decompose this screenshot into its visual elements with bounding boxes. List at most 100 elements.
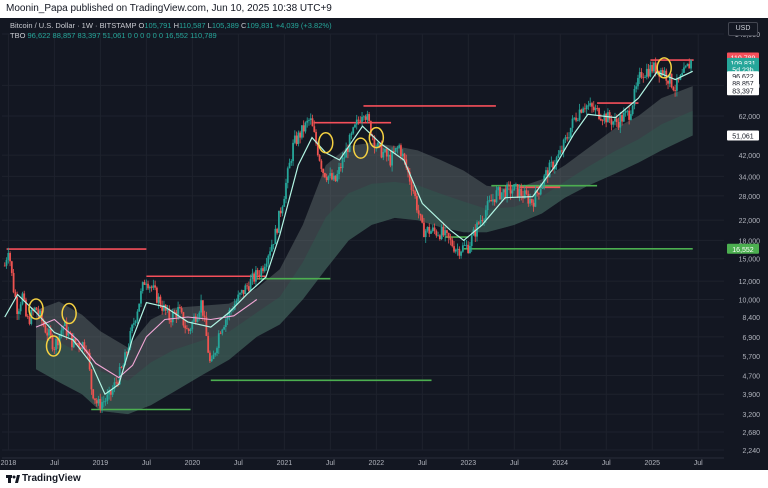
candle-body <box>499 187 501 200</box>
candle-body <box>256 270 259 275</box>
candle-body <box>290 161 293 163</box>
candle-body <box>19 304 22 312</box>
candle-body <box>458 248 461 256</box>
candle-body <box>580 109 583 113</box>
candle-body <box>187 328 190 331</box>
candle-body <box>596 107 599 109</box>
candle-body <box>428 226 431 234</box>
candle-body <box>92 389 95 399</box>
candle-body <box>362 116 365 118</box>
candle-body <box>601 120 604 122</box>
candle-body <box>396 147 399 149</box>
candle-body <box>171 311 174 323</box>
candle-body <box>322 168 325 174</box>
candle-body <box>435 230 438 236</box>
candle-body <box>35 307 38 310</box>
candle-body <box>269 251 271 256</box>
candle-body <box>28 316 31 324</box>
candle-body <box>527 193 530 204</box>
candle-body <box>493 199 496 203</box>
candle-body <box>198 312 201 318</box>
candle-body <box>615 118 618 123</box>
candle-body <box>288 162 291 169</box>
candle-body <box>49 329 52 336</box>
candle-body <box>424 230 427 238</box>
candle-body <box>410 181 413 190</box>
candle-body <box>339 166 342 169</box>
candle-body <box>638 72 641 79</box>
candle-body <box>189 329 192 331</box>
candle-body <box>343 157 346 159</box>
candle-body <box>329 173 332 176</box>
candle-body <box>239 292 241 295</box>
candle-body <box>672 87 675 91</box>
candle-body <box>513 184 516 191</box>
candle-body <box>449 238 452 240</box>
candle-body <box>140 291 142 304</box>
time-tick-label: Jul <box>694 460 703 467</box>
tradingview-brand[interactable]: TradingView <box>22 473 81 484</box>
price-tick-label: 15,000 <box>739 257 761 264</box>
candle-body <box>391 151 394 166</box>
candle-body <box>451 239 454 247</box>
candle-body <box>426 226 429 231</box>
candle-body <box>587 105 590 107</box>
candle-body <box>423 222 425 238</box>
candle-body <box>633 88 636 106</box>
candle-body <box>629 114 632 120</box>
candle-body <box>637 78 639 87</box>
candle-body <box>157 296 160 303</box>
candle-body <box>263 266 266 272</box>
price-badge-label: 16,552 <box>732 247 754 254</box>
candle-body <box>295 135 298 144</box>
candle-body <box>467 244 470 254</box>
candle-body <box>675 78 678 91</box>
candle-body <box>403 153 406 160</box>
candle-body <box>224 319 227 327</box>
candle-body <box>440 226 443 240</box>
time-tick-label: 2018 <box>1 460 17 467</box>
candle-body <box>651 65 654 72</box>
candle-body <box>504 189 507 199</box>
candle-body <box>571 118 574 128</box>
candle-body <box>90 369 93 390</box>
candle-body <box>516 184 519 198</box>
candle-body <box>442 226 445 236</box>
candle-body <box>207 335 210 353</box>
candle-body <box>272 244 275 245</box>
candle-body <box>9 252 11 262</box>
ohlc-close: 109,831 <box>246 21 274 30</box>
currency-button[interactable]: USD <box>728 22 758 36</box>
time-tick-label: 2024 <box>552 460 568 467</box>
indicator-line: TBO 96,622 88,857 83,397 51,061 0 0 0 0 … <box>10 31 332 41</box>
candle-body <box>3 265 6 267</box>
price-tick-label: 42,000 <box>739 153 761 160</box>
tradingview-logo-icon[interactable] <box>6 474 20 484</box>
time-tick-label: Jul <box>234 460 243 467</box>
price-chart[interactable]: 140,00084,00062,00042,00034,00028,00022,… <box>0 18 768 470</box>
candle-body <box>431 227 434 232</box>
candle-body <box>539 188 542 195</box>
candle-body <box>644 76 646 78</box>
price-tick-label: 3,200 <box>742 412 760 419</box>
candle-body <box>483 219 485 221</box>
candle-body <box>566 137 569 139</box>
candle-body <box>507 184 510 186</box>
candle-body <box>26 316 29 318</box>
candle-body <box>688 63 691 69</box>
candle-body <box>327 175 330 181</box>
candle-body <box>561 150 563 152</box>
candle-body <box>433 227 436 231</box>
candle-body <box>502 189 505 193</box>
candle-body <box>635 86 638 89</box>
candle-body <box>529 198 531 204</box>
price-tick-label: 10,000 <box>739 298 761 305</box>
candle-body <box>120 367 123 368</box>
candle-body <box>48 329 50 336</box>
candle-body <box>366 114 369 120</box>
ohlc-change: +4,039 (+3.82%) <box>275 21 332 30</box>
candle-body <box>332 175 335 180</box>
candle-body <box>293 135 296 143</box>
candle-body <box>518 188 521 197</box>
cloud-fill <box>36 86 693 415</box>
